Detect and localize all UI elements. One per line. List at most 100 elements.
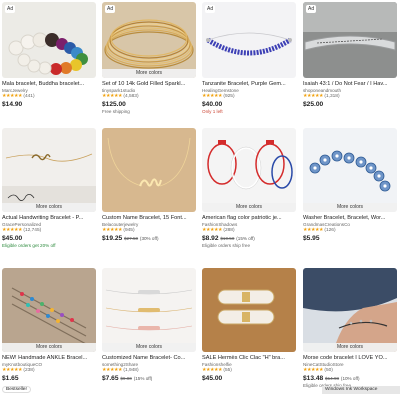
original-price: $10.50 (220, 236, 235, 241)
star-rating-icon: ★★★★★ (303, 368, 324, 373)
windows-ink-workspace-tooltip[interactable]: Windows Ink Workspace (322, 386, 400, 394)
review-count: (50) (324, 368, 333, 373)
price-value: $13.48 (303, 375, 324, 382)
price: $45.00 (202, 375, 296, 382)
review-count: (1,948) (123, 368, 139, 373)
star-rating-icon: ★★★★★ (2, 368, 23, 373)
shop-name[interactable]: tinyspark1studio (102, 88, 196, 93)
gold-bangles-photo (102, 2, 196, 78)
shop-name[interactable]: NineCatStudioStore (303, 362, 397, 367)
shop-name[interactable]: myKnotboutiqueCO (2, 362, 96, 367)
shop-name[interactable]: MarcJewelry (2, 88, 96, 93)
listing-image[interactable]: Ad (202, 2, 296, 78)
review-count: (288) (223, 228, 235, 233)
shop-name[interactable]: GrandmasCreationsCo (303, 222, 397, 227)
listing-card[interactable]: Ad Mala bracelet, Buddha bracelet... Mar… (2, 2, 96, 108)
more-colors-label[interactable]: More colors (102, 343, 196, 352)
listing-card[interactable]: More colors NEW! Handmade ANKLE Bracel..… (2, 268, 96, 382)
listing-image[interactable]: More colors (2, 128, 96, 212)
listing-title[interactable]: Mala bracelet, Buddha bracelet... (2, 81, 96, 87)
listing-image[interactable]: Ad (303, 2, 397, 78)
washer-bracelet-photo (303, 128, 397, 212)
more-colors-label[interactable]: More colors (2, 343, 96, 352)
star-rating-icon: ★★★★★ (202, 228, 223, 233)
more-colors-label[interactable]: More colors (303, 203, 397, 212)
listing-title[interactable]: Morse code bracelet I LOVE YO... (303, 355, 397, 361)
listing-title[interactable]: Customized Name Bracelet- Co... (102, 355, 196, 361)
shop-name[interactable]: Fashionshelfie (202, 362, 296, 367)
review-count: (441) (23, 94, 35, 99)
ad-badge: Ad (105, 5, 116, 13)
listing-image[interactable]: Ad (2, 2, 96, 78)
price: $125.00 (102, 101, 196, 108)
listing-card[interactable]: More colors Morse code bracelet I LOVE Y… (303, 268, 397, 388)
listing-image[interactable] (102, 128, 196, 212)
original-price: $27.50 (124, 236, 139, 241)
price: $25.00 (303, 101, 397, 108)
rating: ★★★★★ (288) (202, 228, 296, 233)
hermes-bracelet-photo (202, 268, 296, 352)
shipping-note: Free shipping (102, 109, 130, 114)
discount: (15% off) (133, 376, 153, 381)
listing-card[interactable]: More colors Actual Handwriting Bracelet … (2, 128, 96, 248)
listing-title[interactable]: Tanzanite Bracelet, Purple Gem... (202, 81, 296, 87)
price: $1.65 (2, 375, 96, 382)
listing-title[interactable]: Actual Handwriting Bracelet - P... (2, 215, 96, 221)
more-colors-label[interactable]: More colors (2, 203, 96, 212)
price-value: $8.92 (202, 235, 219, 242)
morse-code-bracelet-photo (303, 268, 397, 352)
price: $14.90 (2, 101, 96, 108)
listing-grid: Ad Mala bracelet, Buddha bracelet... Mar… (0, 0, 400, 394)
rating: ★★★★★ (55) (202, 368, 296, 373)
shop-name[interactable]: shoponeandmouth (303, 88, 397, 93)
listing-title[interactable]: SALE Hermès Clic Clac "H" bra... (202, 355, 296, 361)
review-count: (126) (324, 228, 336, 233)
listing-image[interactable]: More colors (303, 128, 397, 212)
price-value: $7.65 (102, 375, 119, 382)
listing-title[interactable]: Set of 10 14k Gold Filled Sparkl... (102, 81, 196, 87)
price: $13.48 $14.98 (10% off) (303, 375, 397, 382)
price-value: $40.00 (202, 101, 223, 108)
listing-title[interactable]: Washer Bracelet, Bracelet, Wor... (303, 215, 397, 221)
listing-image[interactable]: More colors (303, 268, 397, 352)
listing-card[interactable]: Ad Tanzanite Bracelet, Purple Gem... Hea… (202, 2, 296, 114)
shop-name[interactable]: FashionShadows (202, 222, 296, 227)
listing-image[interactable]: Ad More colors (102, 2, 196, 78)
more-colors-label[interactable]: More colors (303, 343, 397, 352)
more-colors-label[interactable]: More colors (102, 69, 196, 78)
price: $19.25 $27.50 (30% off) (102, 235, 196, 242)
star-rating-icon: ★★★★★ (303, 94, 324, 99)
rating: ★★★★★ (1,948) (102, 368, 196, 373)
listing-card[interactable]: Custom Name Bracelet, 15 Font... Belacou… (102, 128, 196, 242)
name-bracelet-photo (102, 128, 196, 212)
review-count: (4,583) (123, 94, 139, 99)
more-colors-label[interactable]: More colors (202, 203, 296, 212)
shop-name[interactable]: Belacouterjewelry (102, 222, 196, 227)
listing-card[interactable]: More colors Washer Bracelet, Bracelet, W… (303, 128, 397, 242)
shop-name[interactable]: GracePersonalized (2, 222, 96, 227)
listing-image[interactable]: More colors (102, 268, 196, 352)
price-value: $125.00 (102, 101, 126, 108)
tanzanite-bracelet-photo (202, 2, 296, 78)
listing-title[interactable]: Isaiah 43:1 / Do Not Fear / I Hav... (303, 81, 397, 87)
listing-card[interactable]: Ad Isaiah 43:1 / Do Not Fear / I Hav... … (303, 2, 397, 108)
listing-card[interactable]: SALE Hermès Clic Clac "H" bra... Fashion… (202, 268, 296, 382)
price-value: $5.95 (303, 235, 320, 242)
price-value: $19.25 (102, 235, 123, 242)
listing-card[interactable]: Ad More colors Set of 10 14k Gold Filled… (102, 2, 196, 114)
listing-title[interactable]: Custom Name Bracelet, 15 Font... (102, 215, 196, 221)
listing-card[interactable]: More colors Customized Name Bracelet- Co… (102, 268, 196, 382)
star-rating-icon: ★★★★★ (202, 94, 223, 99)
star-rating-icon: ★★★★★ (102, 228, 123, 233)
listing-image[interactable] (202, 268, 296, 352)
review-count: (1,318) (324, 94, 340, 99)
shipping-note: Eligible orders ship free (202, 243, 251, 248)
shop-name[interactable]: HealingGemstone (202, 88, 296, 93)
shop-name[interactable]: something2Share (102, 362, 196, 367)
listing-image[interactable]: More colors (202, 128, 296, 212)
listing-card[interactable]: More colors American flag color patrioti… (202, 128, 296, 248)
listing-title[interactable]: NEW! Handmade ANKLE Bracel... (2, 355, 96, 361)
listing-title[interactable]: American flag color patriotic je... (202, 215, 296, 221)
listing-image[interactable]: More colors (2, 268, 96, 352)
price-value: $1.65 (2, 375, 19, 382)
